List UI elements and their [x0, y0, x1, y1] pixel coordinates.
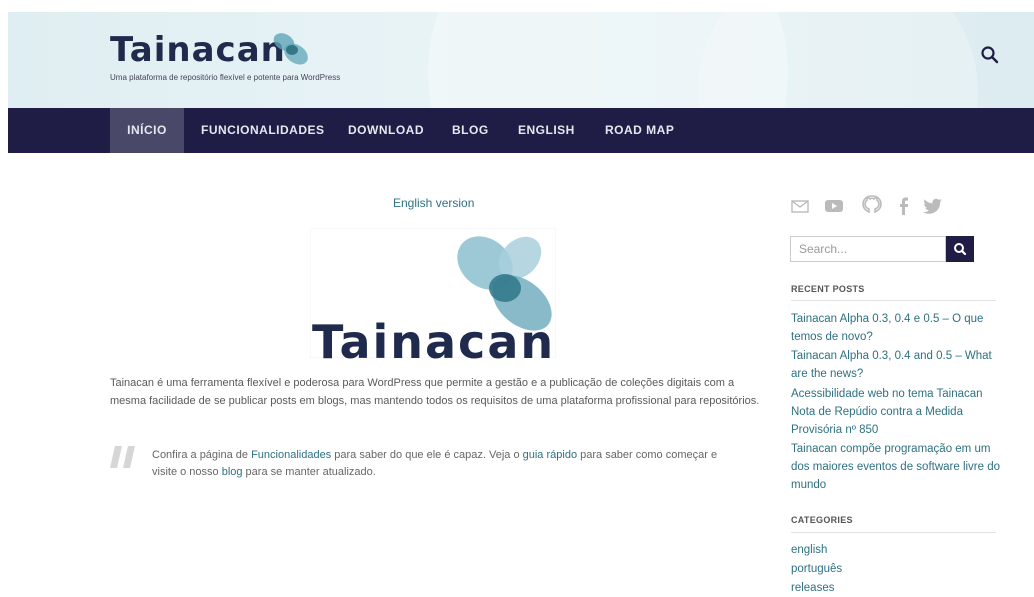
- intro-paragraph: Tainacan é uma ferramenta flexível e pod…: [110, 377, 760, 407]
- email-icon[interactable]: [791, 198, 809, 214]
- nav-item-inicio[interactable]: INÍCIO: [110, 108, 184, 153]
- header-decoration: [698, 12, 978, 108]
- recent-post-link[interactable]: Tainacan Alpha 0.3, 0.4 e 0.5 – O que te…: [791, 310, 1001, 346]
- quote-text: Confira a página de: [152, 449, 252, 461]
- tainacan-logo-word: Tainacan: [312, 315, 556, 369]
- nav-item-blog[interactable]: BLOG: [452, 108, 489, 153]
- site-tagline: Uma plataforma de repositório flexível e…: [110, 73, 341, 82]
- divider: [791, 532, 996, 533]
- recent-post-link[interactable]: Acessibilidade web no tema Tainacan: [791, 385, 1001, 403]
- site-logo-text[interactable]: Tainacan: [110, 30, 286, 70]
- recent-posts-heading: RECENT POSTS: [791, 284, 865, 294]
- recent-post-link[interactable]: Nota de Repúdio contra a Medida Provisór…: [791, 403, 1001, 439]
- github-icon[interactable]: [861, 194, 883, 216]
- twitter-icon[interactable]: [923, 198, 943, 214]
- category-link-portugues[interactable]: português: [791, 560, 1001, 578]
- site-header: Tainacan Uma plataforma de repositório f…: [8, 12, 1034, 108]
- search-icon[interactable]: [980, 45, 1000, 65]
- recent-post-link[interactable]: Tainacan compõe programação em um dos ma…: [791, 440, 1001, 494]
- sidebar-search-button[interactable]: [946, 236, 974, 262]
- facebook-icon[interactable]: [897, 196, 909, 216]
- main-navigation: INÍCIO FUNCIONALIDADES DOWNLOAD BLOG ENG…: [8, 108, 1034, 153]
- blog-link[interactable]: blog: [222, 466, 243, 478]
- logo-butterfly-icon[interactable]: [272, 30, 312, 68]
- category-link-english[interactable]: english: [791, 541, 1001, 559]
- quote-text: para saber do que ele é capaz. Veja o: [331, 449, 523, 461]
- nav-item-funcionalidades[interactable]: FUNCIONALIDADES: [201, 108, 325, 153]
- blockquote: Confira a página de Funcionalidades para…: [152, 447, 732, 481]
- nav-item-download[interactable]: DOWNLOAD: [348, 108, 424, 153]
- nav-item-road-map[interactable]: ROAD MAP: [605, 108, 674, 153]
- divider: [791, 300, 996, 301]
- youtube-icon[interactable]: [825, 199, 843, 213]
- sidebar-search-input[interactable]: Search...: [790, 236, 946, 262]
- category-link-releases[interactable]: releases: [791, 579, 1001, 597]
- quote-icon: [110, 446, 135, 468]
- recent-post-link[interactable]: Tainacan Alpha 0.3, 0.4 and 0.5 – What a…: [791, 347, 1001, 383]
- categories-heading: CATEGORIES: [791, 515, 853, 525]
- nav-item-english[interactable]: ENGLISH: [518, 108, 575, 153]
- search-icon: [954, 243, 967, 256]
- english-version-link[interactable]: English version: [393, 196, 474, 210]
- quote-text: para se manter atualizado.: [242, 466, 376, 478]
- guia-rapido-link[interactable]: guia rápido: [523, 449, 577, 461]
- funcionalidades-link[interactable]: Funcionalidades: [251, 449, 331, 461]
